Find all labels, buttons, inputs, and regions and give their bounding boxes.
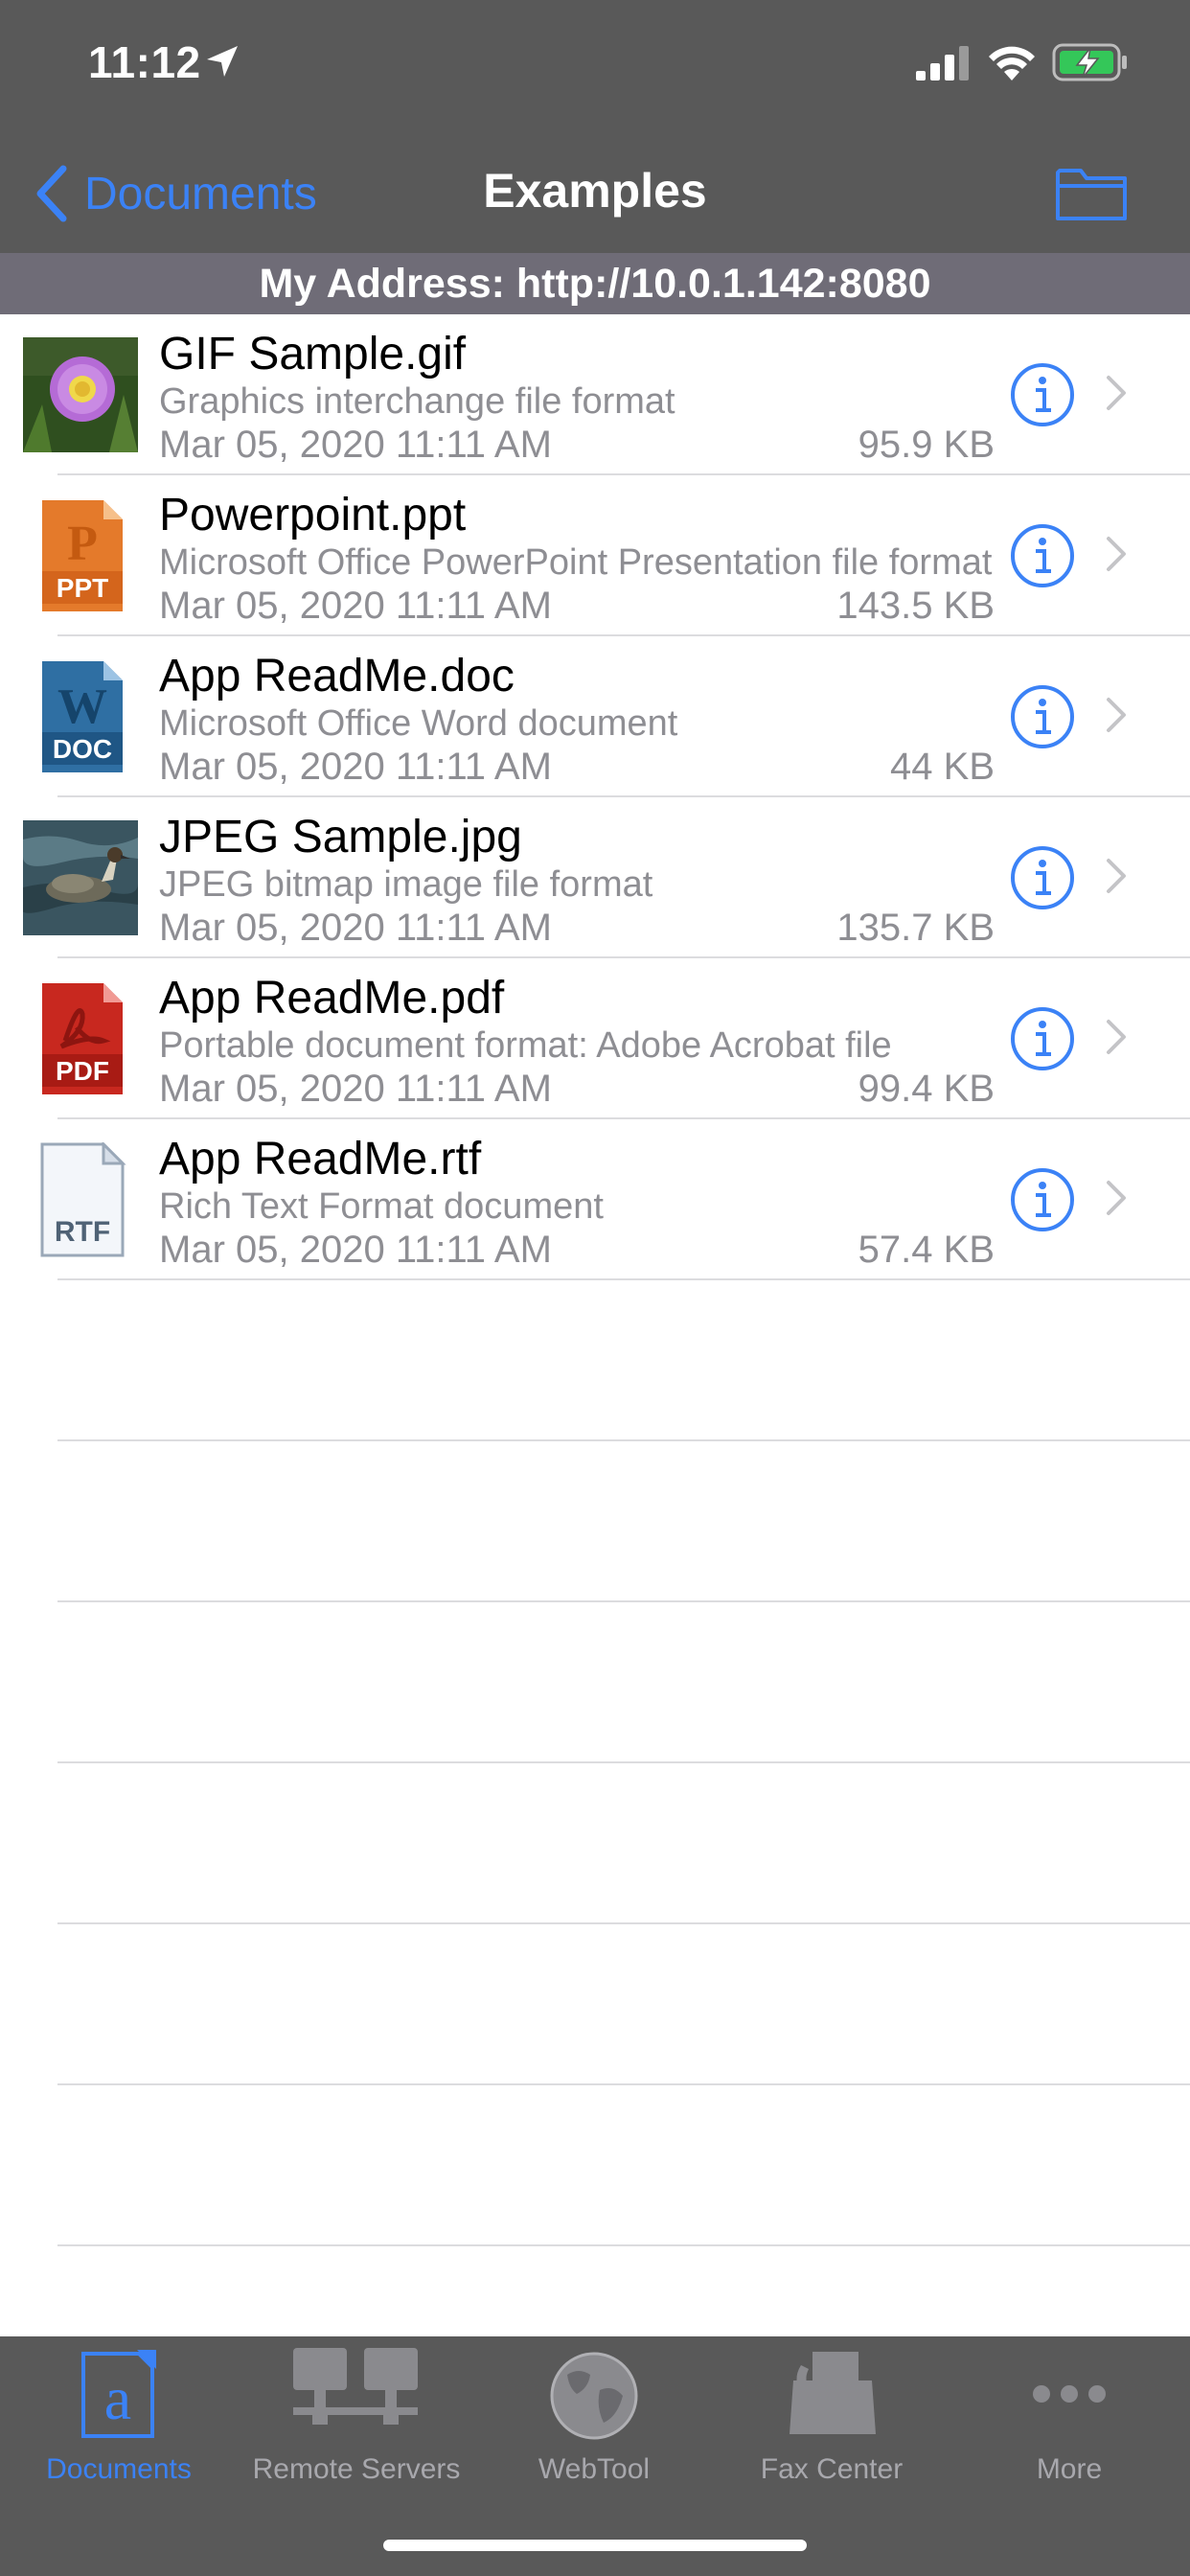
- info-icon[interactable]: [1010, 684, 1075, 749]
- documents-icon: a: [81, 2350, 156, 2438]
- doc-file-icon: W DOC: [42, 661, 123, 772]
- file-description: Microsoft Office PowerPoint Presentation…: [159, 542, 993, 583]
- chevron-right-icon: [1107, 698, 1126, 732]
- fax-icon: [790, 2352, 876, 2434]
- file-date: Mar 05, 2020 11:11 AM: [159, 907, 552, 949]
- info-icon[interactable]: [1010, 1006, 1075, 1071]
- file-description: Graphics interchange file format: [159, 381, 675, 422]
- file-size: 143.5 KB: [836, 585, 995, 627]
- file-name: JPEG Sample.jpg: [159, 812, 522, 862]
- rtf-badge: RTF: [55, 1216, 110, 1248]
- chevron-right-icon: [1107, 376, 1126, 410]
- empty-row: [0, 1441, 1190, 1602]
- tab-fax-center[interactable]: Fax Center: [713, 2336, 950, 2509]
- empty-row: [0, 1763, 1190, 1924]
- file-size: 57.4 KB: [858, 1229, 995, 1271]
- chevron-right-icon: [1107, 537, 1126, 571]
- doc-letter: W: [57, 679, 107, 734]
- pdf-badge: PDF: [56, 1056, 109, 1086]
- chevron-right-icon: [1107, 859, 1126, 893]
- rtf-file-icon: RTF: [40, 1142, 126, 1257]
- info-icon[interactable]: [1010, 523, 1075, 588]
- location-arrow-icon: [207, 46, 238, 77]
- empty-list-area: [0, 1280, 1190, 2246]
- folder-icon[interactable]: [1054, 163, 1129, 224]
- file-row[interactable]: RTF App ReadMe.rtf Rich Text Format docu…: [0, 1119, 1190, 1280]
- duck-photo-thumbnail: [23, 820, 138, 935]
- wifi-icon: [989, 46, 1035, 80]
- battery-charging-icon: [1052, 43, 1127, 81]
- cellular-signal-icon: [916, 46, 969, 80]
- status-bar: 11:12: [0, 0, 1190, 134]
- file-size: 135.7 KB: [836, 907, 995, 949]
- navigation-bar: Documents Examples: [0, 134, 1190, 253]
- tab-label: WebTool: [538, 2453, 651, 2485]
- tab-remote-servers[interactable]: Remote Servers: [238, 2336, 475, 2509]
- ppt-file-icon: P PPT: [42, 500, 123, 611]
- file-date: Mar 05, 2020 11:11 AM: [159, 1229, 552, 1271]
- ppt-badge: PPT: [57, 573, 108, 603]
- file-row[interactable]: P PPT Powerpoint.ppt Microsoft Office Po…: [0, 475, 1190, 636]
- info-icon[interactable]: [1010, 362, 1075, 427]
- file-size: 44 KB: [890, 746, 995, 788]
- tab-webtool[interactable]: WebTool: [475, 2336, 713, 2509]
- file-name: App ReadMe.doc: [159, 651, 515, 702]
- file-description: Rich Text Format document: [159, 1186, 604, 1227]
- ppt-letter: P: [67, 517, 98, 571]
- globe-icon: [550, 2352, 638, 2440]
- pdf-file-icon: PDF: [42, 983, 123, 1094]
- chevron-right-icon: [1107, 1020, 1126, 1054]
- file-date: Mar 05, 2020 11:11 AM: [159, 746, 552, 788]
- row-divider: [57, 2244, 1190, 2246]
- address-bar: My Address: http://10.0.1.142:8080: [0, 253, 1190, 314]
- info-icon[interactable]: [1010, 1167, 1075, 1232]
- file-description: JPEG bitmap image file format: [159, 864, 653, 905]
- tab-label: Remote Servers: [252, 2453, 461, 2485]
- tab-documents[interactable]: a Documents: [0, 2336, 238, 2509]
- status-time: 11:12: [88, 37, 201, 87]
- empty-row: [0, 1602, 1190, 1763]
- file-size: 99.4 KB: [858, 1068, 995, 1110]
- file-name: App ReadMe.pdf: [159, 973, 505, 1024]
- flower-photo-thumbnail: [23, 337, 138, 452]
- tab-label: Fax Center: [760, 2453, 904, 2485]
- back-button-label: Documents: [84, 168, 317, 219]
- file-row[interactable]: GIF Sample.gif Graphics interchange file…: [0, 314, 1190, 475]
- doc-badge: DOC: [53, 734, 112, 764]
- chevron-left-icon: [36, 165, 67, 222]
- more-icon: [1033, 2385, 1106, 2403]
- file-name: App ReadMe.rtf: [159, 1134, 482, 1184]
- back-button[interactable]: Documents: [33, 159, 317, 228]
- file-date: Mar 05, 2020 11:11 AM: [159, 585, 552, 627]
- info-icon[interactable]: [1010, 845, 1075, 910]
- tab-more[interactable]: More: [950, 2336, 1188, 2509]
- remote-servers-icon: [293, 2348, 418, 2425]
- empty-row: [0, 1280, 1190, 1441]
- svg-text:a: a: [104, 2364, 131, 2432]
- file-date: Mar 05, 2020 11:11 AM: [159, 424, 552, 466]
- tab-label: Documents: [46, 2453, 192, 2485]
- file-list: GIF Sample.gif Graphics interchange file…: [0, 314, 1190, 1280]
- empty-row: [0, 1924, 1190, 2085]
- home-indicator: [383, 2540, 807, 2551]
- file-description: Microsoft Office Word document: [159, 703, 678, 744]
- chevron-right-icon: [1107, 1181, 1126, 1215]
- file-description: Portable document format: Adobe Acrobat …: [159, 1025, 892, 1066]
- tab-label: More: [1036, 2453, 1103, 2485]
- file-row[interactable]: W DOC App ReadMe.doc Microsoft Office Wo…: [0, 636, 1190, 797]
- file-row[interactable]: JPEG Sample.jpg JPEG bitmap image file f…: [0, 797, 1190, 958]
- tab-bar: a Documents Remote Servers WebTool Fax C…: [0, 2336, 1190, 2576]
- file-name: Powerpoint.ppt: [159, 490, 467, 540]
- file-name: GIF Sample.gif: [159, 329, 467, 380]
- file-date: Mar 05, 2020 11:11 AM: [159, 1068, 552, 1110]
- file-row[interactable]: PDF App ReadMe.pdf Portable document for…: [0, 958, 1190, 1119]
- empty-row: [0, 2085, 1190, 2246]
- file-size: 95.9 KB: [858, 424, 995, 466]
